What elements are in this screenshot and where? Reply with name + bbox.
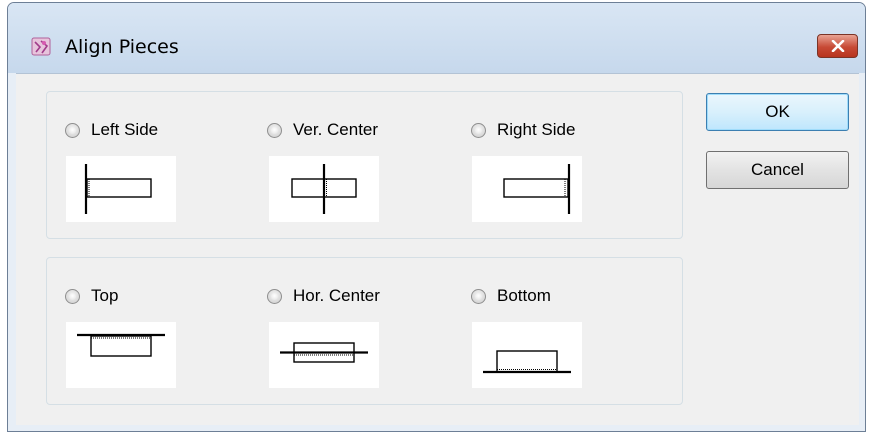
- align-left-preview: [66, 156, 176, 222]
- align-bottom-icon: [483, 350, 571, 374]
- right-side-label[interactable]: Right Side: [497, 118, 575, 142]
- align-right-preview: [472, 156, 582, 222]
- horizontal-alignment-group: Left Side Ver. Center Right Side: [46, 91, 683, 239]
- vertical-alignment-group: Top Hor. Center Bottom: [46, 257, 683, 405]
- close-button[interactable]: [817, 34, 858, 58]
- app-icon: [31, 37, 51, 56]
- ver-center-label[interactable]: Ver. Center: [293, 118, 378, 142]
- align-top-preview: [66, 322, 176, 388]
- left-side-label[interactable]: Left Side: [91, 118, 158, 142]
- right-side-radio[interactable]: [471, 123, 486, 138]
- align-left-icon: [84, 164, 152, 214]
- bottom-label[interactable]: Bottom: [497, 284, 551, 308]
- align-vertical-center-icon: [291, 164, 357, 214]
- left-side-radio[interactable]: [65, 123, 80, 138]
- align-top-icon: [77, 333, 165, 357]
- title-bar[interactable]: Align Pieces: [8, 3, 865, 73]
- window-title: Align Pieces: [65, 36, 179, 58]
- align-vertical-center-preview: [269, 156, 379, 222]
- align-horizontal-center-icon: [280, 342, 368, 363]
- bottom-radio[interactable]: [471, 289, 486, 304]
- align-horizontal-center-preview: [269, 322, 379, 388]
- top-label[interactable]: Top: [91, 284, 118, 308]
- hor-center-radio[interactable]: [267, 289, 282, 304]
- close-icon: [831, 40, 844, 52]
- top-radio[interactable]: [65, 289, 80, 304]
- dialog-window: Align Pieces Left Side Ver. Center Right…: [7, 2, 866, 432]
- dialog-client-area: Left Side Ver. Center Right Side Top Hor…: [16, 73, 859, 425]
- ver-center-radio[interactable]: [267, 123, 282, 138]
- ok-button[interactable]: OK: [706, 93, 849, 131]
- hor-center-label[interactable]: Hor. Center: [293, 284, 380, 308]
- align-right-icon: [503, 164, 571, 214]
- cancel-button[interactable]: Cancel: [706, 151, 849, 189]
- align-bottom-preview: [472, 322, 582, 388]
